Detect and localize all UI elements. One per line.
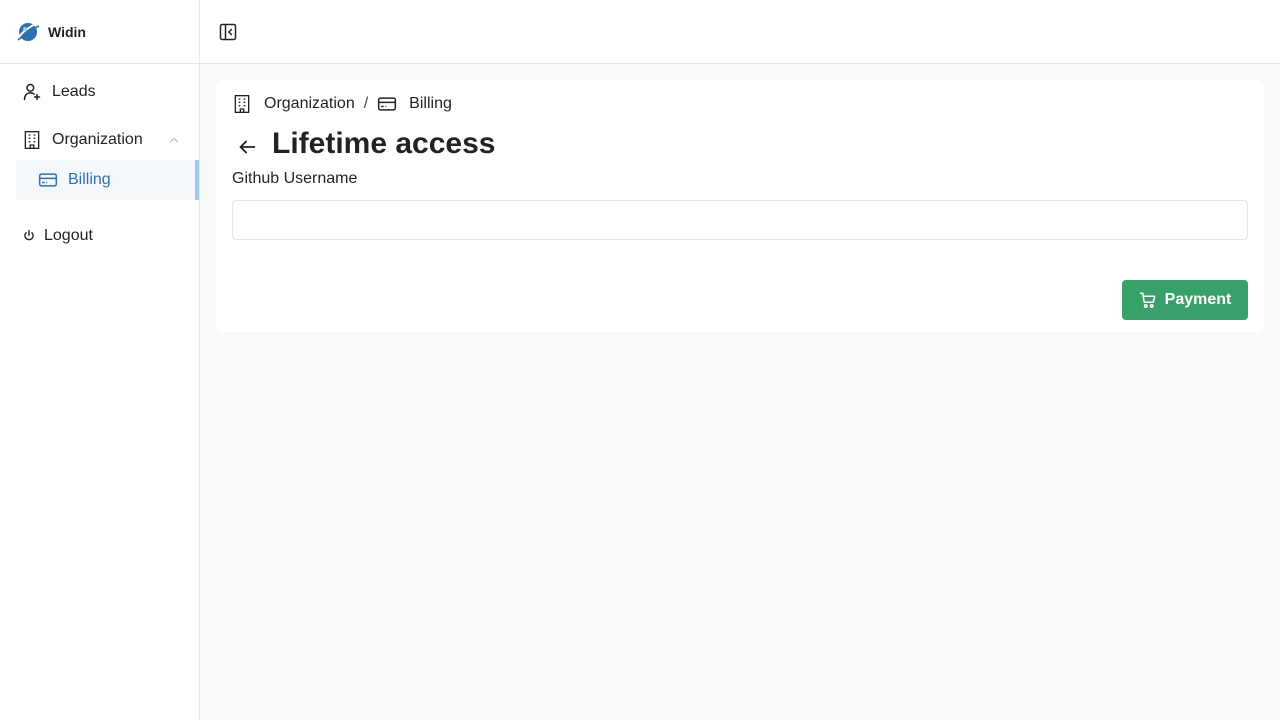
planet-logo-icon [16, 20, 40, 44]
sidebar-nav: Leads Organization Billing Logout [0, 64, 199, 256]
building-icon [232, 94, 252, 114]
app-root: Widin Leads Organization Billing Logout … [0, 0, 1280, 720]
sidebar-item-billing[interactable]: Billing [16, 160, 199, 200]
breadcrumb: Organization / Billing [232, 94, 1248, 114]
lifetime-access-card: Organization / Billing Lifetime access G… [216, 80, 1264, 332]
main-area: Organization / Billing Lifetime access G… [200, 0, 1280, 720]
breadcrumb-organization[interactable]: Organization [264, 95, 355, 113]
payment-button[interactable]: Payment [1122, 280, 1248, 320]
sidebar-collapse-icon[interactable] [218, 22, 238, 42]
power-icon [22, 229, 36, 243]
arrow-left-icon[interactable] [236, 136, 258, 158]
sidebar-item-label: Leads [52, 83, 96, 100]
github-username-label: Github Username [232, 170, 358, 187]
sidebar-item-label: Billing [68, 171, 111, 188]
sidebar-item-label: Logout [44, 227, 93, 244]
shopping-cart-icon [1139, 291, 1157, 309]
credit-card-icon [38, 170, 58, 190]
payment-button-label: Payment [1164, 291, 1232, 308]
page-title: Lifetime access [272, 127, 496, 160]
sidebar-item-organization[interactable]: Organization [0, 120, 199, 160]
credit-card-icon [377, 94, 397, 114]
breadcrumb-billing[interactable]: Billing [409, 95, 452, 113]
sidebar-item-logout[interactable]: Logout [0, 216, 199, 256]
brand[interactable]: Widin [0, 0, 199, 64]
app-name: Widin [48, 23, 86, 40]
user-plus-icon [22, 82, 42, 102]
github-username-input[interactable] [232, 200, 1248, 240]
sidebar-item-label: Organization [52, 131, 143, 148]
building-icon [22, 130, 42, 150]
sidebar: Widin Leads Organization Billing Logout [0, 0, 200, 720]
title-row: Lifetime access [232, 126, 1248, 162]
sidebar-item-leads[interactable]: Leads [0, 72, 199, 112]
topbar [200, 0, 1280, 64]
chevron-up-icon[interactable] [167, 133, 181, 147]
content: Organization / Billing Lifetime access G… [200, 64, 1280, 348]
breadcrumb-separator: / [363, 95, 369, 112]
